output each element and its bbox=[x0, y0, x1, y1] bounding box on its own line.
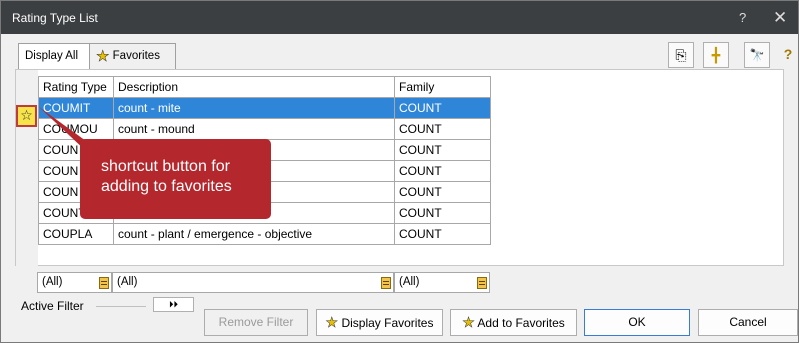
help-button[interactable]: ? bbox=[739, 10, 746, 25]
filter-family[interactable]: (All) bbox=[394, 272, 490, 293]
cell-description: count - plant / emergence - objective bbox=[113, 223, 395, 245]
cancel-button[interactable]: Cancel bbox=[698, 309, 798, 336]
cell-description: count - mound bbox=[113, 118, 395, 140]
rating-type-list-dialog: Rating Type List ? ✕ Display All ★ Favor… bbox=[0, 0, 799, 343]
cell-family: COUNT bbox=[394, 202, 491, 224]
add-to-favorites-label: Add to Favorites bbox=[477, 316, 565, 330]
table-row[interactable]: COUMOU count - mound COUNT bbox=[38, 118, 491, 140]
table-header-row: Rating Type Description Family bbox=[38, 76, 491, 98]
callout-text: shortcut button for adding to favorites bbox=[101, 158, 232, 195]
remove-filter-button[interactable]: Remove Filter bbox=[204, 309, 308, 336]
table-row[interactable]: COUPLA count - plant / emergence - object… bbox=[38, 223, 491, 245]
column-header-description[interactable]: Description bbox=[113, 76, 395, 98]
filter-icon: ╋ bbox=[711, 47, 721, 63]
binoculars-icon: 🔭 bbox=[749, 48, 765, 62]
star-plus-icon: ★ bbox=[462, 314, 475, 331]
help-toolbar-button[interactable]: ? bbox=[777, 42, 799, 68]
cell-description: count - mite bbox=[113, 97, 395, 119]
star-icon: ★ bbox=[96, 48, 110, 66]
display-favorites-label: Display Favorites bbox=[341, 316, 434, 330]
close-button[interactable]: ✕ bbox=[773, 8, 787, 28]
cell-family: COUNT bbox=[394, 118, 491, 140]
active-filter-label: Active Filter bbox=[21, 299, 84, 313]
tab-favorites[interactable]: ★ Favorites bbox=[90, 43, 176, 69]
cell-rating-type: COUPLA bbox=[38, 223, 114, 245]
ok-label: OK bbox=[628, 315, 646, 329]
filter-family-value: (All) bbox=[399, 276, 420, 288]
cancel-label: Cancel bbox=[729, 315, 767, 329]
cell-family: COUNT bbox=[394, 160, 491, 182]
remove-filter-label: Remove Filter bbox=[218, 315, 294, 329]
column-header-family[interactable]: Family bbox=[394, 76, 491, 98]
display-favorites-button[interactable]: ★ Display Favorites bbox=[316, 309, 443, 336]
title-bar: Rating Type List ? ✕ bbox=[1, 1, 798, 34]
cell-family: COUNT bbox=[394, 181, 491, 203]
tab-display-all-label: Display All bbox=[25, 50, 79, 62]
filter-rating-type[interactable]: (All) bbox=[37, 272, 112, 293]
filter-dropdown-icon[interactable] bbox=[477, 277, 487, 289]
ok-button[interactable]: OK bbox=[584, 309, 690, 336]
tab-favorites-label: Favorites bbox=[112, 50, 160, 62]
star-icon: ★ bbox=[325, 314, 339, 331]
filter-dropdown-icon[interactable] bbox=[381, 277, 391, 289]
copy-icon: ⎘ bbox=[675, 47, 687, 63]
find-button[interactable]: 🔭 bbox=[744, 42, 770, 68]
cell-family: COUNT bbox=[394, 139, 491, 161]
question-icon: ? bbox=[783, 46, 793, 62]
table-row[interactable]: COUMIT count - mite COUNT bbox=[38, 97, 491, 119]
add-to-favorites-button[interactable]: ★ Add to Favorites bbox=[450, 309, 577, 336]
filter-description-value: (All) bbox=[117, 276, 138, 288]
column-header-rating-type[interactable]: Rating Type bbox=[38, 76, 114, 98]
active-filter-divider bbox=[96, 306, 146, 307]
cell-family: COUNT bbox=[394, 223, 491, 245]
row-header-strip bbox=[16, 70, 38, 266]
copy-button[interactable]: ⎘ bbox=[668, 42, 694, 68]
active-filter-expand-button[interactable]: ⏵⏵ bbox=[153, 297, 194, 312]
filter-dropdown-icon[interactable] bbox=[99, 277, 109, 289]
filter-rating-type-value: (All) bbox=[42, 276, 63, 288]
filter-description[interactable]: (All) bbox=[112, 272, 394, 293]
cell-family: COUNT bbox=[394, 97, 491, 119]
tab-display-all[interactable]: Display All bbox=[18, 43, 90, 69]
callout-annotation: shortcut button for adding to favorites bbox=[80, 139, 271, 219]
double-arrow-icon: ⏵⏵ bbox=[168, 299, 178, 309]
filter-button[interactable]: ╋ bbox=[703, 42, 729, 68]
window-title: Rating Type List bbox=[12, 11, 98, 25]
